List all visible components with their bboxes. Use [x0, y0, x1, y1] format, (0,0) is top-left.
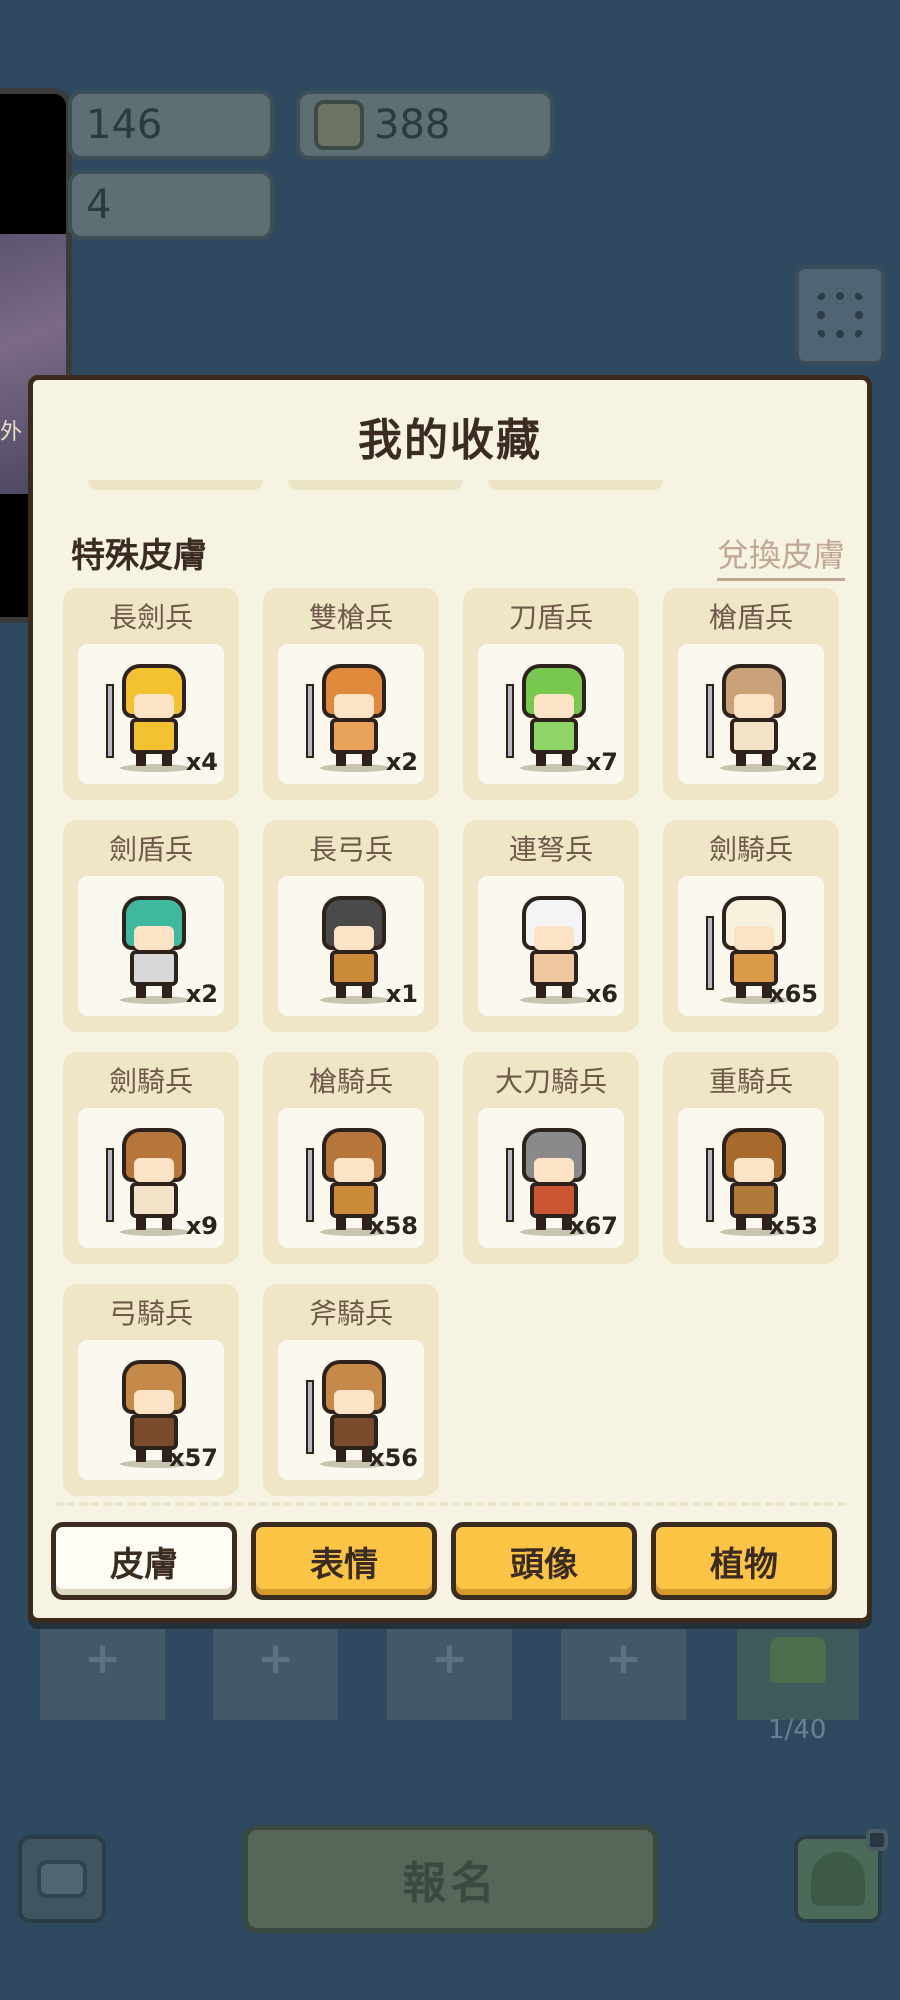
skin-preview: x6	[478, 876, 624, 1016]
skin-card[interactable]: 劍盾兵 x2	[63, 820, 239, 1032]
energy-counter: 4	[68, 170, 274, 240]
collection-modal: 我的收藏 特殊皮膚 兌換皮膚 長劍兵 x4 雙槍兵 x2 刀盾兵 x7 槍盾兵 x2 劍盾兵 x2…	[28, 375, 872, 1623]
plus-icon: +	[257, 1633, 294, 1684]
gem-counter: 146	[68, 90, 274, 160]
tab-3[interactable]: 植物	[651, 1522, 837, 1600]
skin-count: x2	[185, 980, 218, 1008]
settings-button[interactable]	[795, 265, 885, 365]
skin-preview: x65	[678, 876, 824, 1016]
skin-card[interactable]: 劍騎兵 x9	[63, 1052, 239, 1264]
modal-title: 我的收藏	[358, 415, 542, 466]
skin-preview: x2	[78, 876, 224, 1016]
skin-name: 劍騎兵	[708, 833, 793, 866]
collection-tabs: 皮膚 表情 頭像 植物	[51, 1522, 837, 1600]
signup-button[interactable]: 報名	[243, 1825, 658, 1933]
skin-name: 劍盾兵	[108, 833, 193, 866]
tab-0[interactable]: 皮膚	[51, 1522, 237, 1600]
skin-count: x1	[385, 980, 418, 1008]
skin-preview: x56	[278, 1340, 424, 1480]
skin-card[interactable]: 刀盾兵 x7	[463, 588, 639, 800]
skin-count: x2	[385, 748, 418, 776]
skin-card[interactable]: 長劍兵 x4	[63, 588, 239, 800]
team-slot-4[interactable]: +	[561, 1625, 686, 1720]
gear-icon	[817, 292, 863, 338]
chat-bubble-icon	[37, 1860, 87, 1898]
skin-preview: x67	[478, 1108, 624, 1248]
skin-name: 斧騎兵	[308, 1297, 393, 1330]
tab-1[interactable]: 表情	[251, 1522, 437, 1600]
skin-preview: x58	[278, 1108, 424, 1248]
coin-counter: 388	[296, 90, 554, 160]
skin-count: x65	[769, 980, 818, 1008]
skin-card[interactable]: 斧騎兵 x56	[263, 1284, 439, 1496]
coin-value: 388	[374, 102, 451, 148]
energy-value: 4	[86, 182, 112, 228]
skin-preview: x4	[78, 644, 224, 784]
skin-preview: x57	[78, 1340, 224, 1480]
player-avatar-icon	[770, 1637, 826, 1683]
upper-section-edge	[88, 480, 663, 490]
skin-grid: 長劍兵 x4 雙槍兵 x2 刀盾兵 x7 槍盾兵 x2 劍盾兵 x2 長弓兵 x1 連弩兵 x6 劍騎兵 x6…	[63, 588, 853, 1496]
skin-preview: x2	[678, 644, 824, 784]
skin-count: x58	[369, 1212, 418, 1240]
skin-count: x4	[185, 748, 218, 776]
skin-preview: x9	[78, 1108, 224, 1248]
skin-count: x7	[585, 748, 618, 776]
skin-name: 劍騎兵	[108, 1065, 193, 1098]
skin-preview: x53	[678, 1108, 824, 1248]
skin-card[interactable]: 長弓兵 x1	[263, 820, 439, 1032]
chat-button[interactable]	[18, 1835, 106, 1923]
skin-count: x6	[585, 980, 618, 1008]
skin-count: x67	[569, 1212, 618, 1240]
skin-count: x53	[769, 1212, 818, 1240]
team-slot-3[interactable]: +	[387, 1625, 512, 1720]
video-caption: 外	[0, 420, 23, 445]
skin-card[interactable]: 槍盾兵 x2	[663, 588, 839, 800]
divider	[55, 1502, 845, 1506]
skin-card[interactable]: 重騎兵 x53	[663, 1052, 839, 1264]
skin-count: x57	[169, 1444, 218, 1472]
avatar-icon	[811, 1852, 865, 1906]
skin-preview: x7	[478, 644, 624, 784]
player-count: 1/40	[768, 1715, 827, 1745]
skin-card[interactable]: 雙槍兵 x2	[263, 588, 439, 800]
profile-button[interactable]	[794, 1829, 888, 1923]
skin-count: x9	[185, 1212, 218, 1240]
skin-name: 槍騎兵	[308, 1065, 393, 1098]
skin-name: 槍盾兵	[708, 601, 793, 634]
gem-value: 146	[86, 102, 163, 148]
skin-card[interactable]: 劍騎兵 x65	[663, 820, 839, 1032]
skin-card[interactable]: 槍騎兵 x58	[263, 1052, 439, 1264]
skin-card[interactable]: 大刀騎兵 x67	[463, 1052, 639, 1264]
skin-preview: x1	[278, 876, 424, 1016]
skin-name: 重騎兵	[708, 1065, 793, 1098]
exchange-skin-link[interactable]: 兌換皮膚	[716, 530, 845, 581]
skin-name: 長劍兵	[108, 601, 193, 634]
skin-preview: x2	[278, 644, 424, 784]
skin-count: x56	[369, 1444, 418, 1472]
notification-badge	[866, 1829, 888, 1851]
skin-name: 長弓兵	[308, 833, 393, 866]
skin-name: 連弩兵	[508, 833, 593, 866]
team-slot-2[interactable]: +	[213, 1625, 338, 1720]
skin-name: 刀盾兵	[508, 601, 593, 634]
skin-count: x2	[785, 748, 818, 776]
section-title: 特殊皮膚	[71, 536, 207, 576]
skin-name: 弓騎兵	[108, 1297, 193, 1330]
skin-name: 雙槍兵	[308, 601, 393, 634]
plus-icon: +	[84, 1633, 121, 1684]
team-slot-1[interactable]: +	[40, 1625, 165, 1720]
plus-icon: +	[605, 1633, 642, 1684]
coin-icon	[314, 100, 364, 150]
skin-card[interactable]: 連弩兵 x6	[463, 820, 639, 1032]
tab-2[interactable]: 頭像	[451, 1522, 637, 1600]
skin-name: 大刀騎兵	[494, 1065, 607, 1098]
plus-icon: +	[431, 1633, 468, 1684]
skin-card[interactable]: 弓騎兵 x57	[63, 1284, 239, 1496]
team-slot-player[interactable]	[737, 1625, 859, 1720]
